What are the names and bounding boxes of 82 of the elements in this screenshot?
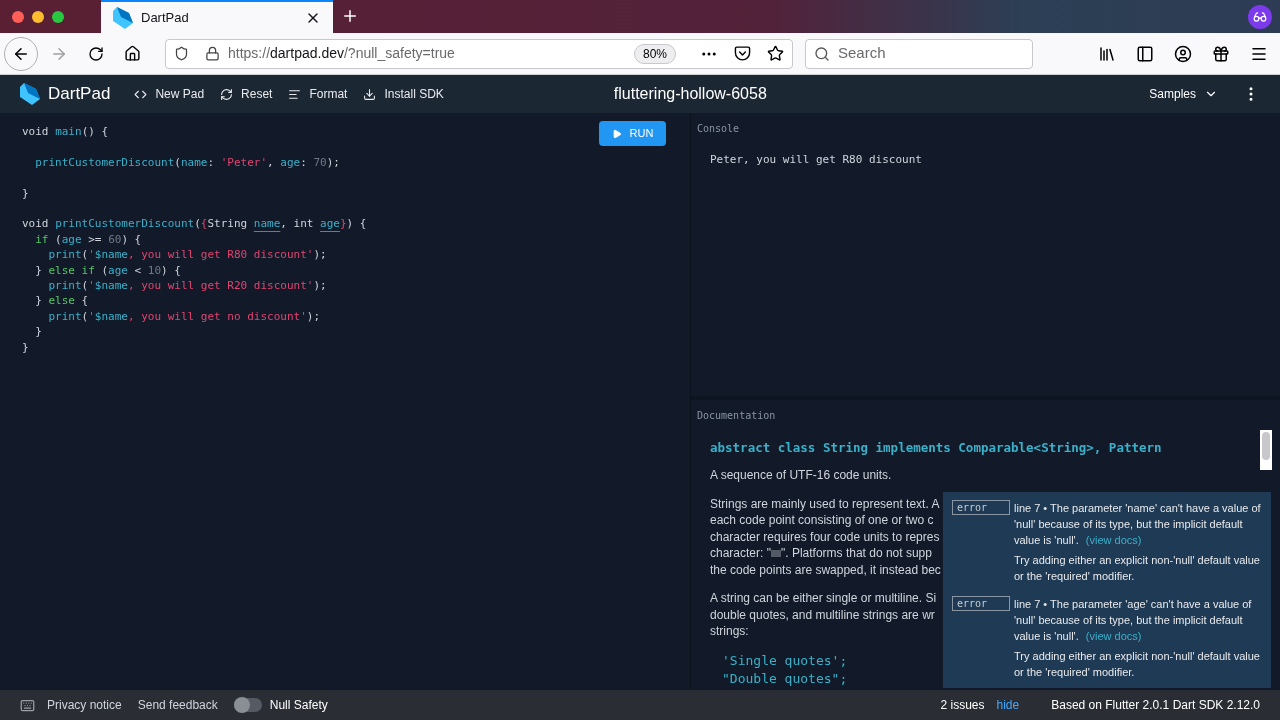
zoom-window-control[interactable]	[52, 10, 64, 23]
code-line: void printCustomerDiscount({String name, int age}) {	[22, 216, 367, 232]
console-label: Console	[697, 122, 741, 136]
doc-text: ". Platforms that do not supp	[780, 545, 932, 562]
doc-code-line: "Double quotes";	[722, 669, 848, 688]
null-safety-label: Null Safety	[269, 697, 328, 714]
toolbar-action-icon	[220, 87, 234, 101]
doc-text: character requires four code units to repres	[710, 528, 940, 546]
code-line: print('$name, you will get no discount');	[47, 308, 321, 325]
toolbar-button[interactable]: Install SDK	[355, 78, 452, 110]
emoji-icon	[770, 550, 781, 557]
sidebar-icon[interactable]	[1136, 44, 1154, 63]
toolbar-button[interactable]: Reset	[212, 78, 281, 110]
play-icon	[611, 128, 622, 139]
browser-tab[interactable]: DartPad	[101, 0, 333, 33]
privacy-link[interactable]: Privacy notice	[47, 696, 122, 714]
account-icon[interactable]	[1174, 44, 1192, 63]
code-line: }	[22, 339, 29, 356]
code-line: void main() {	[22, 124, 109, 140]
toolbar-button[interactable]: Format	[280, 78, 356, 110]
dart-logo-icon	[20, 83, 40, 105]
code-line: } else {	[34, 293, 89, 309]
version-text: Based on Flutter 2.0.1 Dart SDK 2.12.0	[1051, 697, 1260, 714]
search-input[interactable]: Search	[838, 42, 1018, 65]
view-docs-link[interactable]: (view docs)	[1085, 630, 1142, 642]
new-tab-icon[interactable]	[341, 7, 359, 25]
close-window-control[interactable]	[12, 10, 24, 23]
issues-count: 2 issues	[940, 697, 985, 714]
code-line: }	[22, 185, 29, 201]
error-badge: error	[952, 500, 1010, 515]
code-line: if (age >= 60) {	[34, 231, 142, 248]
doc-text: each code point consisting of one or two c	[710, 512, 934, 529]
doc-text: character: "	[710, 545, 771, 562]
doc-text: Strings are mainly used to represent text. A	[710, 495, 940, 513]
code-line: printCustomerDiscount(name: 'Peter', age: 70);	[34, 154, 340, 171]
doc-summary: A sequence of UTF-16 code units.	[710, 466, 893, 484]
gift-icon[interactable]	[1212, 44, 1230, 63]
zoom-badge[interactable]: 80%	[633, 43, 676, 64]
doc-text: A string can be either single or multiline. Si	[710, 590, 937, 607]
address-bar[interactable]: https://dartpad.dev/?null_safety=true 80%	[165, 38, 793, 69]
keyboard-icon[interactable]	[20, 697, 35, 713]
reload-icon[interactable]	[88, 45, 104, 62]
toolbar-action-icon	[288, 87, 302, 101]
library-icon[interactable]	[1098, 44, 1116, 63]
shield-icon	[174, 46, 189, 61]
error-badge: error	[952, 596, 1010, 611]
feedback-link[interactable]: Send feedback	[137, 696, 218, 714]
minimize-window-control[interactable]	[32, 10, 44, 23]
issue-fix: Try adding either an explicit non-'null' default value or the 'required' modifier.	[1014, 553, 1261, 584]
doc-code-line: 'Single quotes';	[722, 651, 848, 670]
hide-link[interactable]: hide	[996, 696, 1020, 714]
doc-text: the code points are swapped, it instead bec	[710, 561, 941, 579]
search-icon	[814, 45, 830, 62]
url-text: https://dartpad.dev/?null_safety=true	[228, 44, 456, 63]
code-line: print('$name, you will get R20 discount');	[47, 278, 327, 294]
documentation-label: Documentation	[697, 409, 777, 423]
null-safety-switch[interactable]	[233, 698, 262, 712]
pocket-icon[interactable]	[734, 45, 751, 62]
doc-text: double quotes, and multiline strings are wr	[710, 606, 935, 624]
lock-icon	[205, 46, 220, 61]
pad-title: fluttering-hollow-6058	[613, 84, 767, 104]
doc-text: strings:	[710, 623, 749, 640]
samples-dropdown[interactable]: Samples	[1149, 85, 1218, 103]
brand-name[interactable]: DartPad	[48, 81, 111, 107]
code-line: } else if (age < 10) {	[34, 262, 181, 278]
toolbar-button[interactable]: New Pad	[126, 78, 213, 110]
view-docs-link[interactable]: (view docs)	[1085, 534, 1142, 546]
search-field[interactable]: Search	[805, 38, 1033, 69]
dart-logo-icon	[113, 6, 133, 29]
bookmark-star-icon[interactable]	[767, 45, 784, 62]
issue-fix: Try adding either an explicit non-'null' default value or the 'required' modifier.	[1014, 649, 1261, 680]
issue-message: line 7 • The parameter 'age' can't have a value of 'null' because of its type, but the implicit default value is 'null'. (view docs)	[1014, 597, 1253, 644]
code-line: print('$name, you will get R80 discount');	[47, 247, 327, 263]
issue-message: line 7 • The parameter 'name' can't have a value of 'null' because of its type, but the implicit default value is 'null'. (view docs)	[1014, 501, 1262, 548]
tab-title: DartPad	[141, 8, 190, 27]
toolbar-action-icon	[363, 87, 377, 101]
doc-heading: abstract class String implements Comparable<String>, Pattern	[710, 439, 1163, 457]
scrollbar[interactable]	[1260, 430, 1272, 470]
private-browsing-icon	[1248, 5, 1272, 29]
home-icon[interactable]	[124, 45, 141, 62]
console-output: Peter, you will get R80 discount	[710, 152, 923, 168]
code-line: }	[34, 324, 42, 340]
